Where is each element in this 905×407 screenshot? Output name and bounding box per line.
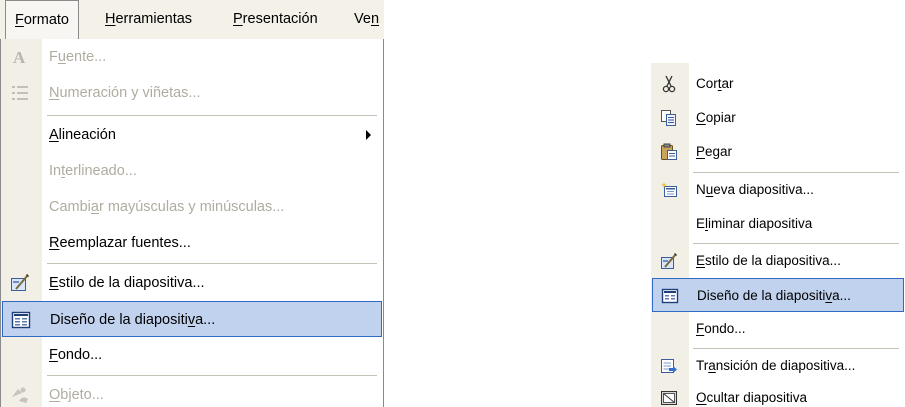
format-object-icon <box>10 385 30 405</box>
new-slide-icon <box>660 181 678 199</box>
mnemonic: u <box>57 49 66 65</box>
menu-item-reemplazar-fuentes[interactable]: Reemplazar fuentes... <box>1 225 383 261</box>
item-label: ar <box>721 76 734 91</box>
formato-dropdown-menu: A Fuente... Numeración y viñetas... Alin… <box>0 39 384 407</box>
mnemonic: a <box>708 358 716 373</box>
item-label: Tr <box>696 358 709 373</box>
mnemonic: E <box>49 275 59 291</box>
item-label: a... <box>195 312 216 328</box>
item-label: Cor <box>696 76 718 91</box>
font-a-icon: A <box>10 47 30 67</box>
mnemonic: O <box>696 390 707 405</box>
slide-transition-icon <box>660 357 678 375</box>
menu-item-fondo[interactable]: Fondo... <box>651 312 905 346</box>
menu-item-ocultar-diapositiva[interactable]: Ocultar diapositiva <box>651 381 905 407</box>
item-label: In <box>49 163 62 179</box>
item-label: iminar diapositiva <box>708 216 813 231</box>
item-label: r mayúsculas y minúsculas... <box>98 199 285 215</box>
menu-label: erramientas <box>115 11 193 27</box>
mnemonic: O <box>49 387 61 403</box>
item-label: lineación <box>58 127 116 143</box>
item-label: stilo de la diapositiva... <box>705 253 841 268</box>
menu-separator <box>47 263 377 264</box>
mnemonic: F <box>696 321 705 336</box>
menu-item-estilo-diapositiva[interactable]: Estilo de la diapositiva... <box>1 265 383 301</box>
menu-presentacion[interactable]: Presentación <box>224 0 327 39</box>
mnemonic: E <box>696 253 706 268</box>
slide-layout-icon <box>661 287 679 305</box>
item-label: ente... <box>65 49 107 65</box>
item-label: erlineado... <box>65 163 137 179</box>
item-label: cultar diapositiva <box>706 390 808 405</box>
mnemonic: R <box>49 235 60 251</box>
mnemonic: A <box>49 127 59 143</box>
mnemonic: F <box>15 12 24 28</box>
menu-item-cortar[interactable]: Cortar <box>651 67 905 101</box>
item-label: bjeto... <box>60 387 104 403</box>
menu-item-alineacion[interactable]: Alineación <box>1 117 383 153</box>
menu-item-pegar[interactable]: Pegar <box>651 135 905 169</box>
mnemonic: C <box>696 110 706 125</box>
menu-bar: Formato Herramientas Presentación Ven <box>0 0 384 39</box>
item-label: ondo... <box>57 347 103 363</box>
item-label: opiar <box>705 110 736 125</box>
paste-icon <box>660 143 678 161</box>
item-label: Cambi <box>49 199 91 215</box>
menu-item-objeto[interactable]: Objeto... <box>1 377 383 407</box>
menu-item-eliminar-diapositiva[interactable]: Eliminar diapositiva <box>651 207 905 241</box>
menu-item-fuente[interactable]: A Fuente... <box>1 39 383 75</box>
menu-label: Ve <box>354 11 371 27</box>
menu-label: ormato <box>23 12 69 28</box>
menu-separator <box>47 375 377 376</box>
bullets-numbering-icon <box>10 83 30 103</box>
menu-herramientas[interactable]: Herramientas <box>96 0 201 39</box>
slide-context-menu: Cortar Copiar Pegar Nueva diapositiva...… <box>651 63 905 407</box>
item-label: F <box>49 49 58 65</box>
menu-item-diseno-diapositiva[interactable]: Diseño de la diapositiva... <box>652 278 904 312</box>
mnemonic: P <box>696 144 706 159</box>
menu-label: resentación <box>242 11 318 27</box>
menu-item-interlineado[interactable]: Interlineado... <box>1 153 383 189</box>
item-label: eva diapositiva... <box>713 182 814 197</box>
item-label: eemplazar fuentes... <box>59 235 191 251</box>
slide-design-icon <box>10 273 30 293</box>
item-label: stilo de la diapositiva... <box>58 275 205 291</box>
item-label: a... <box>832 288 851 303</box>
menu-ver[interactable]: Ven <box>345 0 384 39</box>
mnemonic: v <box>187 312 196 328</box>
item-label: Diseño de la diapositi <box>50 312 188 328</box>
item-label: E <box>696 216 706 231</box>
item-label: N <box>696 182 706 197</box>
mnemonic: H <box>105 11 116 27</box>
svg-text:A: A <box>13 48 26 67</box>
hide-slide-icon <box>660 389 678 407</box>
item-label: ondo... <box>704 321 746 336</box>
menu-item-copiar[interactable]: Copiar <box>651 101 905 135</box>
slide-layout-icon <box>11 310 31 330</box>
menu-item-fondo[interactable]: Fondo... <box>1 337 383 373</box>
mnemonic: n <box>370 11 380 27</box>
mnemonic: N <box>49 85 60 101</box>
submenu-arrow-icon <box>366 130 371 140</box>
menu-item-nueva-diapositiva[interactable]: Nueva diapositiva... <box>651 173 905 207</box>
mnemonic: a <box>90 199 99 215</box>
menu-formato[interactable]: Formato <box>5 0 79 39</box>
menu-item-transicion-diapositiva[interactable]: Transición de diapositiva... <box>651 349 905 383</box>
menu-item-estilo-diapositiva[interactable]: Estilo de la diapositiva... <box>651 244 905 278</box>
copy-icon <box>660 109 678 127</box>
item-label: umeración y viñetas... <box>59 85 201 101</box>
mnemonic: F <box>49 347 58 363</box>
item-label: egar <box>705 144 733 159</box>
menu-separator <box>47 115 377 116</box>
menu-item-numeracion-vinetas[interactable]: Numeración y viñetas... <box>1 75 383 111</box>
slide-design-icon <box>660 252 678 270</box>
menu-item-cambiar-mayusculas[interactable]: Cambiar mayúsculas y minúsculas... <box>1 189 383 225</box>
menu-item-diseno-diapositiva[interactable]: Diseño de la diapositiva... <box>2 301 382 337</box>
item-label: nsición de diapositiva... <box>715 358 856 373</box>
scissors-icon <box>660 75 678 93</box>
mnemonic: P <box>233 11 243 27</box>
item-label: Diseño de la diapositi <box>697 288 826 303</box>
